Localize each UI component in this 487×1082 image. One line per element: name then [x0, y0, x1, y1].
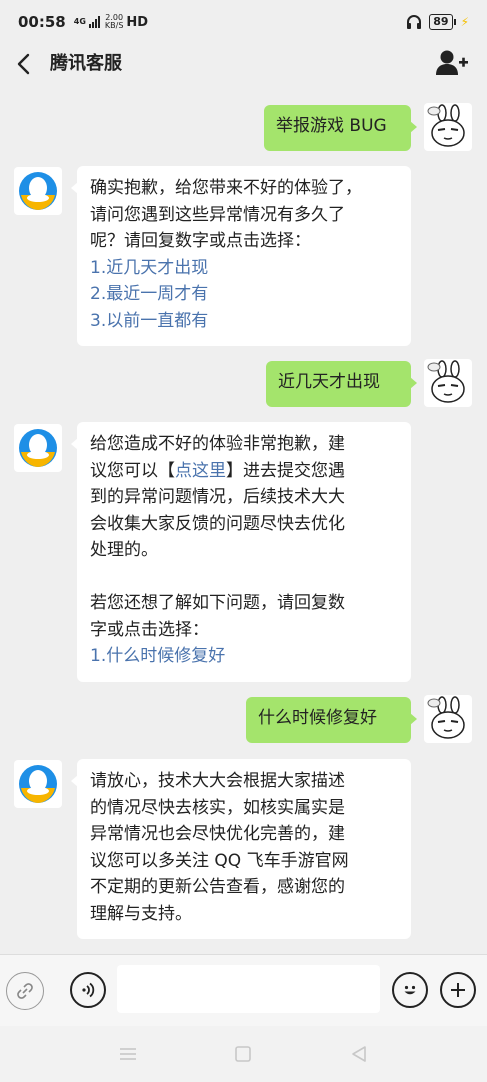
message-text: 】进去提交您遇	[226, 460, 345, 481]
system-navigation-bar	[0, 1026, 487, 1082]
qq-service-logo-icon	[19, 172, 57, 210]
option-always-link[interactable]: 3.以前一直都有	[90, 308, 399, 335]
voice-button[interactable]	[70, 972, 106, 1008]
click-here-link[interactable]: 点这里	[175, 461, 226, 481]
status-bar: 00:58 4G 2.00 KB/S HD 89 ⚡	[0, 0, 487, 44]
input-bar	[0, 954, 487, 1027]
message-line: 理解与支持。	[90, 903, 192, 924]
charging-icon: ⚡	[460, 15, 469, 29]
page-title: 腾讯客服	[50, 53, 122, 74]
battery-level: 89	[433, 15, 449, 28]
message-line: 请问您遇到这些异常情况有多久了	[90, 204, 345, 225]
rabbit-avatar-icon	[427, 104, 465, 147]
link-icon	[17, 983, 33, 999]
message-line: 议您可以【点这里】进去提交您遇	[90, 458, 399, 485]
option-recent-days-link[interactable]: 1.近几天才出现	[90, 255, 399, 282]
qq-service-logo-icon	[19, 765, 57, 803]
headphones-icon	[407, 15, 422, 29]
message-line: 确实抱歉，给您带来不好的体验了，	[90, 178, 362, 198]
message-text: 近几天才出现	[278, 372, 380, 392]
incoming-message-bubble: 给您造成不好的体验非常抱歉，建 议您可以【点这里】进去提交您遇 到的异常问题情况…	[71, 422, 411, 682]
message-line: 若您还想了解如下问题，请回复数	[90, 593, 345, 613]
message-line: 字或点击选择：	[90, 619, 209, 640]
more-button[interactable]	[440, 972, 476, 1008]
message-line: 不定期的更新公告查看，感谢您的	[90, 877, 345, 897]
message-line: 会收集大家反馈的问题尽快去优化	[90, 513, 345, 534]
option-recent-week-link[interactable]: 2.最近一周才有	[90, 281, 399, 308]
add-friend-icon[interactable]	[435, 48, 469, 78]
outgoing-message-bubble: 近几天才出现	[266, 361, 417, 407]
voice-icon	[82, 982, 95, 998]
back-icon[interactable]	[347, 1042, 371, 1066]
message-line: 到的异常问题情况，后续技术大大	[90, 487, 345, 507]
hd-indicator: HD	[126, 14, 149, 30]
message-text: 举报游戏 BUG	[276, 116, 387, 136]
outgoing-message-bubble: 什么时候修复好	[246, 697, 417, 743]
emoji-icon	[404, 985, 416, 995]
message-line: 的情况尽快去核实，如核实属实是	[90, 797, 345, 818]
service-avatar[interactable]	[14, 424, 62, 472]
message-line: 给您造成不好的体验非常抱歉，建	[90, 434, 345, 454]
rabbit-avatar-icon	[427, 360, 465, 403]
back-arrow-icon[interactable]	[14, 50, 34, 78]
service-avatar[interactable]	[14, 760, 62, 808]
title-bar: 腾讯客服	[0, 44, 487, 84]
outgoing-message-bubble: 举报游戏 BUG	[264, 105, 417, 151]
status-time: 00:58	[18, 13, 66, 31]
message-text: 什么时候修复好	[258, 708, 377, 728]
emoji-button[interactable]	[392, 972, 428, 1008]
message-line: 议您可以多关注 QQ 飞车手游官网	[90, 850, 349, 871]
menu-icon[interactable]	[116, 1042, 140, 1066]
message-line: 处理的。	[90, 540, 158, 560]
link-button[interactable]	[6, 972, 44, 1010]
user-avatar[interactable]	[424, 695, 472, 743]
incoming-message-bubble: 请放心，技术大大会根据大家描述 的情况尽快去核实，如核实属实是 异常情况也会尽快…	[71, 759, 411, 939]
speed-unit: KB/S	[104, 21, 124, 30]
network-speed: 2.00 KB/S	[105, 14, 124, 30]
qq-service-logo-icon	[19, 429, 57, 467]
signal-icon	[88, 16, 100, 28]
plus-icon	[451, 983, 465, 997]
incoming-message-bubble: 确实抱歉，给您带来不好的体验了， 请问您遇到这些异常情况有多久了 呢？请回复数字…	[71, 166, 411, 346]
home-icon[interactable]	[231, 1042, 255, 1066]
message-text: 议您可以【	[90, 460, 175, 481]
option-when-fixed-link[interactable]: 1.什么时候修复好	[90, 643, 399, 670]
rabbit-avatar-icon	[427, 696, 465, 739]
network-type: 4G	[73, 17, 86, 26]
battery-icon: 89	[429, 14, 456, 30]
message-line: 请放心，技术大大会根据大家描述	[90, 771, 345, 791]
message-line: 异常情况也会尽快优化完善的，建	[90, 824, 345, 844]
message-line: 呢？请回复数字或点击选择：	[90, 231, 311, 251]
user-avatar[interactable]	[424, 359, 472, 407]
user-avatar[interactable]	[424, 103, 472, 151]
message-input[interactable]	[117, 965, 380, 1013]
service-avatar[interactable]	[14, 167, 62, 215]
